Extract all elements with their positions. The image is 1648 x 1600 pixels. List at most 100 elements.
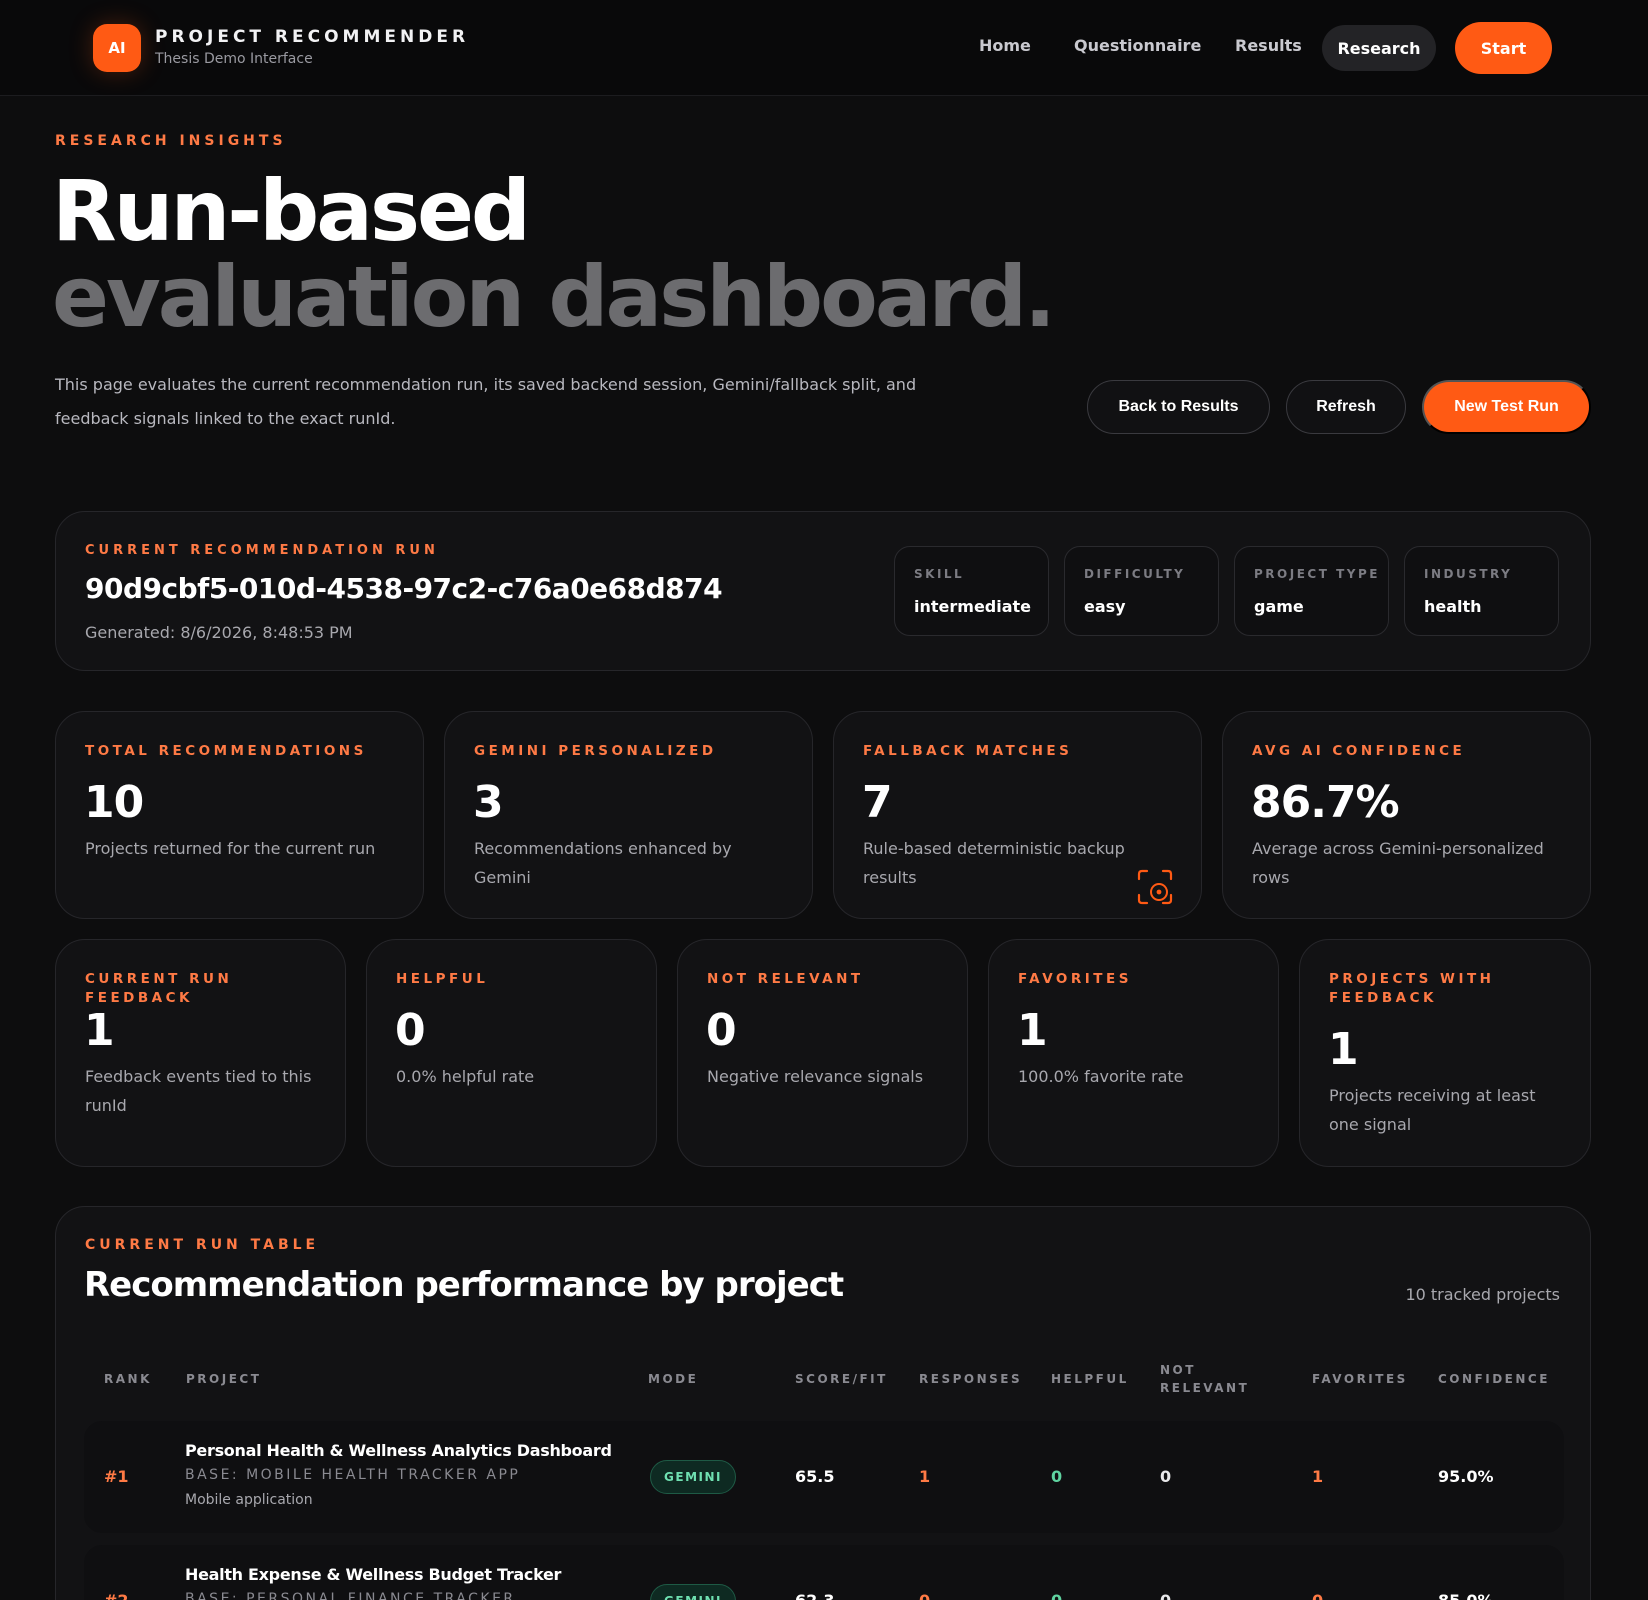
- run-id: 90d9cbf5-010d-4538-97c2-c76a0e68d874: [85, 572, 723, 605]
- run-eyebrow: CURRENT RECOMMENDATION RUN: [85, 543, 439, 558]
- stat-value: 0: [706, 1005, 737, 1056]
- meta-chip-difficulty: DIFFICULTY easy: [1064, 546, 1219, 636]
- meta-chip-project-type: PROJECT TYPE game: [1234, 546, 1389, 636]
- stat-card-favorites: FAVORITES 1 100.0% favorite rate: [988, 939, 1279, 1167]
- stat-label: HELPFUL: [396, 971, 489, 987]
- nav-link-research[interactable]: Research: [1322, 25, 1436, 71]
- run-table-card: CURRENT RUN TABLE Recommendation perform…: [55, 1206, 1591, 1600]
- brand-subtitle: Thesis Demo Interface: [155, 51, 313, 67]
- meta-label: SKILL: [914, 567, 965, 581]
- meta-value: easy: [1084, 597, 1126, 616]
- mode-badge: GEMINI: [650, 1460, 736, 1494]
- row-favorites: 1: [1312, 1467, 1324, 1486]
- stat-value: 1: [1017, 1005, 1048, 1056]
- stat-label: FALLBACK MATCHES: [863, 743, 1073, 759]
- row-project-type: Mobile application: [185, 1492, 313, 1508]
- meta-value: intermediate: [914, 597, 1032, 616]
- row-confidence: 95.0%: [1438, 1467, 1494, 1486]
- stat-card-projects-with-feedback: PROJECTS WITH FEEDBACK 1 Projects receiv…: [1299, 939, 1591, 1167]
- start-button[interactable]: Start: [1455, 22, 1552, 74]
- col-header-project[interactable]: PROJECT: [186, 1370, 261, 1388]
- stat-card-total-recommendations: TOTAL RECOMMENDATIONS 10 Projects return…: [55, 711, 424, 919]
- row-responses: 1: [919, 1467, 931, 1486]
- new-test-run-button[interactable]: New Test Run: [1422, 380, 1591, 434]
- stat-card-gemini-personalized: GEMINI PERSONALIZED 3 Recommendations en…: [444, 711, 813, 919]
- meta-chip-industry: INDUSTRY health: [1404, 546, 1559, 636]
- stat-label: PROJECTS WITH FEEDBACK: [1329, 971, 1495, 1006]
- nav-link-questionnaire[interactable]: Questionnaire: [1074, 36, 1201, 55]
- stat-card-helpful: HELPFUL 0 0.0% helpful rate: [366, 939, 657, 1167]
- col-header-confidence[interactable]: CONFIDENCE: [1438, 1370, 1550, 1388]
- col-header-score[interactable]: SCORE/FIT: [795, 1370, 888, 1388]
- hero-description: This page evaluates the current recommen…: [55, 375, 917, 428]
- row-not-relevant: 0: [1160, 1591, 1171, 1600]
- row-project-base: BASE: MOBILE HEALTH TRACKER APP: [185, 1467, 521, 1483]
- stat-description: Projects returned for the current run: [85, 839, 376, 858]
- stat-value: 10: [84, 777, 144, 828]
- current-run-card: CURRENT RECOMMENDATION RUN 90d9cbf5-010d…: [55, 511, 1591, 671]
- logo-badge[interactable]: AI: [93, 24, 141, 72]
- stat-label: GEMINI PERSONALIZED: [474, 743, 717, 759]
- top-nav: AI PROJECT RECOMMENDER Thesis Demo Inter…: [0, 0, 1648, 96]
- row-helpful: 0: [1051, 1467, 1063, 1486]
- table-eyebrow: CURRENT RUN TABLE: [85, 1237, 320, 1253]
- row-rank: #1: [104, 1467, 129, 1486]
- row-rank: #2: [104, 1591, 129, 1600]
- stat-description: Feedback events tied to this runId: [85, 1067, 312, 1115]
- row-project-title[interactable]: Personal Health & Wellness Analytics Das…: [185, 1441, 612, 1460]
- col-header-not-relevant[interactable]: NOT RELEVANT: [1160, 1361, 1256, 1397]
- stat-value: 3: [473, 777, 504, 828]
- hero-title-line2: evaluation dashboard.: [52, 248, 1056, 346]
- stat-label: CURRENT RUN FEEDBACK: [85, 971, 233, 1006]
- stat-label: TOTAL RECOMMENDATIONS: [85, 743, 367, 759]
- stat-description: Projects receiving at least one signal: [1329, 1086, 1536, 1134]
- stat-card-current-run-feedback: CURRENT RUN FEEDBACK 1 Feedback events t…: [55, 939, 346, 1167]
- hero-title-line1: Run-based: [52, 162, 531, 260]
- stat-value: 86.7%: [1251, 777, 1400, 828]
- row-favorites: 0: [1312, 1591, 1323, 1600]
- stat-label: NOT RELEVANT: [707, 971, 864, 987]
- stat-value: 1: [84, 1005, 115, 1056]
- table-row[interactable]: #1 Personal Health & Wellness Analytics …: [84, 1421, 1564, 1533]
- stat-description: Average across Gemini-personalized rows: [1252, 839, 1544, 887]
- focus-target-icon[interactable]: [1135, 867, 1175, 907]
- col-header-favorites[interactable]: FAVORITES: [1312, 1370, 1408, 1388]
- back-to-results-button[interactable]: Back to Results: [1087, 380, 1270, 434]
- brand-title[interactable]: PROJECT RECOMMENDER: [155, 27, 469, 47]
- row-responses: 0: [919, 1591, 930, 1600]
- col-header-rank[interactable]: RANK: [104, 1370, 152, 1388]
- tracked-projects-count: 10 tracked projects: [1405, 1285, 1560, 1304]
- stat-label: FAVORITES: [1018, 971, 1132, 987]
- stat-description: Negative relevance signals: [707, 1067, 924, 1086]
- table-title: Recommendation performance by project: [84, 1265, 844, 1305]
- meta-label: DIFFICULTY: [1084, 567, 1186, 581]
- row-score: 65.5: [795, 1467, 835, 1486]
- nav-link-home[interactable]: Home: [979, 36, 1031, 55]
- run-generated-time: Generated: 8/6/2026, 8:48:53 PM: [85, 623, 353, 642]
- row-confidence: 85.0%: [1438, 1591, 1494, 1600]
- meta-label: PROJECT TYPE: [1254, 567, 1380, 581]
- stat-value: 7: [862, 777, 893, 828]
- stat-description: Recommendations enhanced by Gemini: [474, 839, 732, 887]
- meta-value: game: [1254, 597, 1304, 616]
- mode-badge: GEMINI: [650, 1584, 736, 1600]
- refresh-button[interactable]: Refresh: [1286, 380, 1406, 434]
- meta-label: INDUSTRY: [1424, 567, 1513, 581]
- meta-chip-skill: SKILL intermediate: [894, 546, 1049, 636]
- col-header-helpful[interactable]: HELPFUL: [1051, 1370, 1129, 1388]
- stat-description: 0.0% helpful rate: [396, 1067, 535, 1086]
- stat-label: AVG AI CONFIDENCE: [1252, 743, 1466, 759]
- row-helpful: 0: [1051, 1591, 1062, 1600]
- nav-link-results[interactable]: Results: [1235, 36, 1302, 55]
- row-project-base: BASE: PERSONAL FINANCE TRACKER: [185, 1591, 516, 1600]
- col-header-mode[interactable]: MODE: [648, 1370, 698, 1388]
- meta-value: health: [1424, 597, 1482, 616]
- row-project-title[interactable]: Health Expense & Wellness Budget Tracker: [185, 1565, 561, 1584]
- stat-description: 100.0% favorite rate: [1018, 1067, 1184, 1086]
- hero-eyebrow: RESEARCH INSIGHTS: [55, 133, 287, 149]
- stat-value: 1: [1328, 1024, 1359, 1075]
- col-header-responses[interactable]: RESPONSES: [919, 1370, 1022, 1388]
- stat-description: Rule-based deterministic backup results: [863, 839, 1125, 887]
- table-row[interactable]: #2 Health Expense & Wellness Budget Trac…: [84, 1545, 1564, 1600]
- stat-card-avg-ai-confidence: AVG AI CONFIDENCE 86.7% Average across G…: [1222, 711, 1591, 919]
